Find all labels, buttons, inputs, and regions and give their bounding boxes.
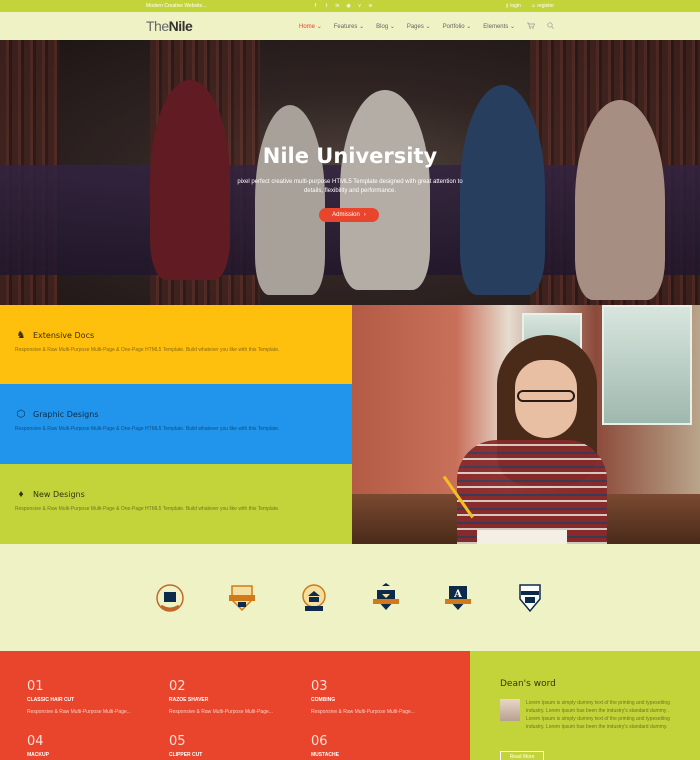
service-item: 01 CLASSIC HAIR CUT Responsive & Raw Mul… bbox=[27, 679, 157, 715]
glasses bbox=[517, 390, 575, 402]
college-campus-logo[interactable] bbox=[154, 581, 186, 615]
hero-subtitle: pixel perfect creative multi-purpose HTM… bbox=[0, 178, 700, 196]
logo-bold-text: Nile bbox=[168, 18, 193, 34]
hero-banner: Nile University pixel perfect creative m… bbox=[0, 40, 700, 305]
chevron-down-icon: ⌄ bbox=[425, 23, 431, 30]
service-number: 06 bbox=[311, 734, 328, 749]
service-title: COMBING bbox=[311, 697, 336, 703]
feature-title: Graphic Designs bbox=[33, 409, 99, 419]
notebook bbox=[477, 530, 567, 544]
register-label: register bbox=[537, 3, 554, 9]
feature-title: Extensive Docs bbox=[33, 330, 95, 340]
service-title: CLASSIC HAIR CUT bbox=[27, 697, 75, 703]
nav-item-elements[interactable]: Elements ⌄ bbox=[483, 23, 515, 30]
services-section: 01 CLASSIC HAIR CUT Responsive & Raw Mul… bbox=[0, 651, 470, 760]
service-item: 02 RAZOE SHAVER Responsive & Raw Multi-P… bbox=[169, 679, 299, 715]
balloon-icon: ♦ bbox=[18, 488, 24, 500]
auth-links: ⚷ login ☺ register bbox=[505, 3, 554, 9]
hero-overlay bbox=[0, 40, 700, 305]
service-item: 05 CLIPPER CUT bbox=[169, 734, 299, 758]
admission-button[interactable]: Admission › bbox=[319, 208, 379, 222]
site-logo[interactable]: TheNile bbox=[146, 18, 193, 34]
service-title: CLIPPER CUT bbox=[169, 752, 203, 758]
chevron-down-icon: ⌄ bbox=[509, 23, 515, 30]
feature-extensive-docs: ♞ Extensive Docs Responsive & Raw Multi-… bbox=[0, 305, 352, 385]
dean-quote: Lorem Ipsum is simply dummy text of the … bbox=[526, 700, 670, 730]
chevron-down-icon: ⌄ bbox=[359, 23, 365, 30]
svg-text:A: A bbox=[453, 589, 462, 600]
twitter-icon[interactable]: t bbox=[324, 3, 330, 9]
cart-icon[interactable] bbox=[527, 22, 535, 31]
university-logo[interactable] bbox=[226, 581, 258, 615]
hero-title: Nile University bbox=[262, 144, 438, 168]
nav-item-features[interactable]: Features ⌄ bbox=[334, 23, 364, 30]
service-text: Responsive & Raw Multi-Purpose Multi-Pag… bbox=[27, 709, 131, 715]
dean-section: Dean's word Lorem Ipsum is simply dummy … bbox=[470, 651, 700, 760]
service-item: 06 MUSTACHE bbox=[311, 734, 441, 758]
dean-title: Dean's word bbox=[500, 679, 556, 689]
service-number: 04 bbox=[27, 734, 44, 749]
nav-item-label: Elements bbox=[483, 23, 509, 30]
social-links: f t in ◉ v ≋ bbox=[313, 3, 374, 9]
chevron-down-icon: ⌄ bbox=[389, 23, 395, 30]
login-link[interactable]: ⚷ login bbox=[505, 3, 521, 9]
nav-menu: Home ⌄ Features ⌄ Blog ⌄ Pages ⌄ Portfol… bbox=[299, 21, 554, 31]
top-bar: Modern Creative Website... f t in ◉ v ≋ … bbox=[0, 0, 700, 12]
service-item: 04 MACKUP bbox=[27, 734, 157, 758]
service-title: RAZOE SHAVER bbox=[169, 697, 209, 703]
admission-button-label: Admission bbox=[332, 212, 360, 218]
chevron-right-icon: › bbox=[363, 212, 366, 218]
service-number: 03 bbox=[311, 679, 328, 694]
a-crest-logo[interactable]: A bbox=[442, 581, 474, 615]
facebook-icon[interactable]: f bbox=[313, 3, 319, 9]
feature-description: Responsive & Raw Multi-Purpose Multi-Pag… bbox=[15, 347, 280, 353]
window bbox=[602, 305, 692, 425]
nav-item-label: Portfolio bbox=[442, 23, 465, 30]
tagline: Modern Creative Website... bbox=[146, 3, 207, 9]
university-shield-logo[interactable] bbox=[514, 581, 546, 615]
nav-item-label: Features bbox=[333, 23, 358, 30]
linkedin-icon[interactable]: in bbox=[335, 3, 341, 9]
main-nav: TheNile Home ⌄ Features ⌄ Blog ⌄ Pages ⌄… bbox=[0, 12, 700, 40]
nav-item-portfolio[interactable]: Portfolio ⌄ bbox=[443, 23, 472, 30]
partner-logos: A bbox=[0, 544, 700, 651]
crown-crest-logo[interactable] bbox=[370, 581, 402, 615]
feature-description: Responsive & Raw Multi-Purpose Multi-Pag… bbox=[15, 506, 280, 512]
nav-item-label: Home bbox=[299, 23, 316, 30]
nav-item-pages[interactable]: Pages ⌄ bbox=[407, 23, 431, 30]
feature-description: Responsive & Raw Multi-Purpose Multi-Pag… bbox=[15, 426, 280, 432]
rss-icon[interactable]: ≋ bbox=[368, 3, 374, 9]
feature-title: New Designs bbox=[33, 489, 85, 499]
search-icon[interactable] bbox=[547, 21, 554, 31]
service-title: MACKUP bbox=[27, 752, 49, 758]
nav-item-label: Pages bbox=[406, 23, 424, 30]
hero-subtitle-text: pixel perfect creative multi-purpose HTM… bbox=[237, 179, 463, 194]
nav-item-label: Blog bbox=[376, 23, 389, 30]
avatar bbox=[500, 699, 520, 721]
feature-graphic-designs: ⬡ Graphic Designs Responsive & Raw Multi… bbox=[0, 384, 352, 464]
service-item: 03 COMBING Responsive & Raw Multi-Purpos… bbox=[311, 679, 441, 715]
plaid-shirt bbox=[457, 440, 607, 544]
read-more-button[interactable]: Read More bbox=[500, 751, 544, 760]
nav-item-home[interactable]: Home ⌄ bbox=[299, 23, 322, 30]
chevron-down-icon: ⌄ bbox=[316, 23, 322, 30]
service-title: MUSTACHE bbox=[311, 752, 339, 758]
service-text: Responsive & Raw Multi-Purpose Multi-Pag… bbox=[169, 709, 273, 715]
codepen-icon: ⬡ bbox=[16, 408, 26, 420]
college-logo[interactable] bbox=[298, 581, 330, 615]
service-number: 02 bbox=[169, 679, 186, 694]
vimeo-icon[interactable]: v bbox=[357, 3, 363, 9]
chevron-down-icon: ⌄ bbox=[466, 23, 472, 30]
student-studying-photo bbox=[352, 305, 700, 544]
logo-light-text: The bbox=[146, 18, 169, 34]
feature-new-designs: ♦ New Designs Responsive & Raw Multi-Pur… bbox=[0, 464, 352, 544]
service-number: 01 bbox=[27, 679, 44, 694]
nav-item-blog[interactable]: Blog ⌄ bbox=[376, 23, 395, 30]
service-number: 05 bbox=[169, 734, 186, 749]
login-label: login bbox=[510, 3, 521, 9]
register-link[interactable]: ☺ register bbox=[531, 3, 554, 9]
dribbble-icon[interactable]: ◉ bbox=[346, 3, 352, 9]
chess-knight-icon: ♞ bbox=[16, 329, 26, 341]
service-text: Responsive & Raw Multi-Purpose Multi-Pag… bbox=[311, 709, 415, 715]
